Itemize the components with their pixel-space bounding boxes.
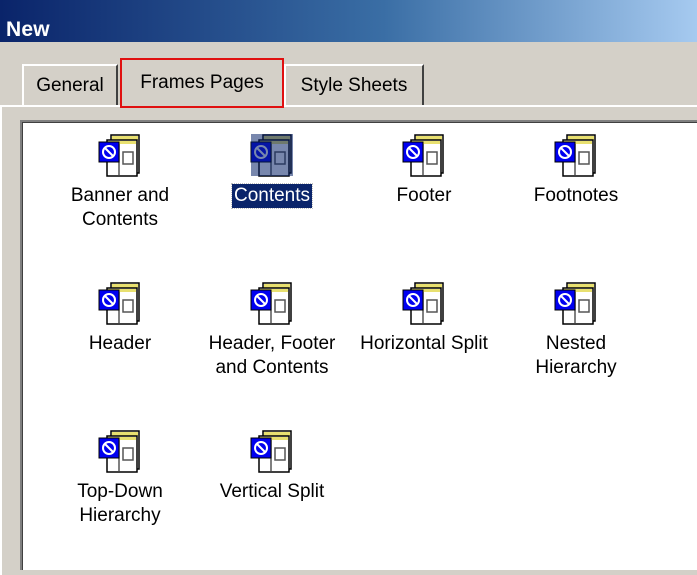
template-footnotes[interactable]: Footnotes — [496, 132, 656, 208]
template-label: Contents — [230, 183, 314, 209]
template-label: Footer — [396, 185, 452, 206]
template-label: Banner and Contents — [70, 185, 170, 230]
frames-page-icon — [401, 280, 447, 326]
template-label: Footnotes — [533, 185, 619, 206]
frames-page-icon — [249, 428, 295, 474]
template-label: Vertical Split — [219, 481, 325, 502]
template-nested-hierarchy[interactable]: Nested Hierarchy — [496, 280, 656, 380]
template-label: Header — [88, 333, 152, 354]
template-list[interactable]: Banner and Contents Contents Footer Foot… — [20, 120, 697, 570]
frames-page-icon — [97, 428, 143, 474]
template-top-down-hierarchy[interactable]: Top-Down Hierarchy — [40, 428, 200, 528]
template-label: Horizontal Split — [360, 333, 488, 354]
template-label: Top-Down Hierarchy — [77, 481, 163, 526]
window-title: New — [6, 18, 50, 41]
template-vertical-split[interactable]: Vertical Split — [192, 428, 352, 504]
template-label: Header, Footer and Contents — [208, 333, 336, 378]
tab-general[interactable]: General — [22, 64, 118, 106]
frames-page-icon — [249, 280, 295, 326]
tab-style-sheets-label: Style Sheets — [300, 75, 408, 96]
template-header[interactable]: Header — [40, 280, 200, 356]
tab-frames-pages-label: Frames Pages — [140, 72, 264, 93]
frames-page-icon — [553, 132, 599, 178]
frames-page-icon — [249, 132, 295, 178]
template-label: Nested Hierarchy — [535, 333, 617, 378]
frames-page-icon — [97, 132, 143, 178]
frames-page-icon — [97, 280, 143, 326]
frames-page-icon — [401, 132, 447, 178]
template-header-footer-and-contents[interactable]: Header, Footer and Contents — [192, 280, 352, 380]
frames-page-icon — [553, 280, 599, 326]
tab-general-label: General — [36, 75, 104, 96]
tab-frames-pages[interactable]: Frames Pages — [120, 58, 284, 108]
template-footer[interactable]: Footer — [344, 132, 504, 208]
template-contents[interactable]: Contents — [192, 132, 352, 209]
template-horizontal-split[interactable]: Horizontal Split — [344, 280, 504, 356]
template-banner-and-contents[interactable]: Banner and Contents — [40, 132, 200, 232]
title-bar[interactable]: New — [0, 0, 697, 42]
tab-style-sheets[interactable]: Style Sheets — [284, 64, 424, 106]
